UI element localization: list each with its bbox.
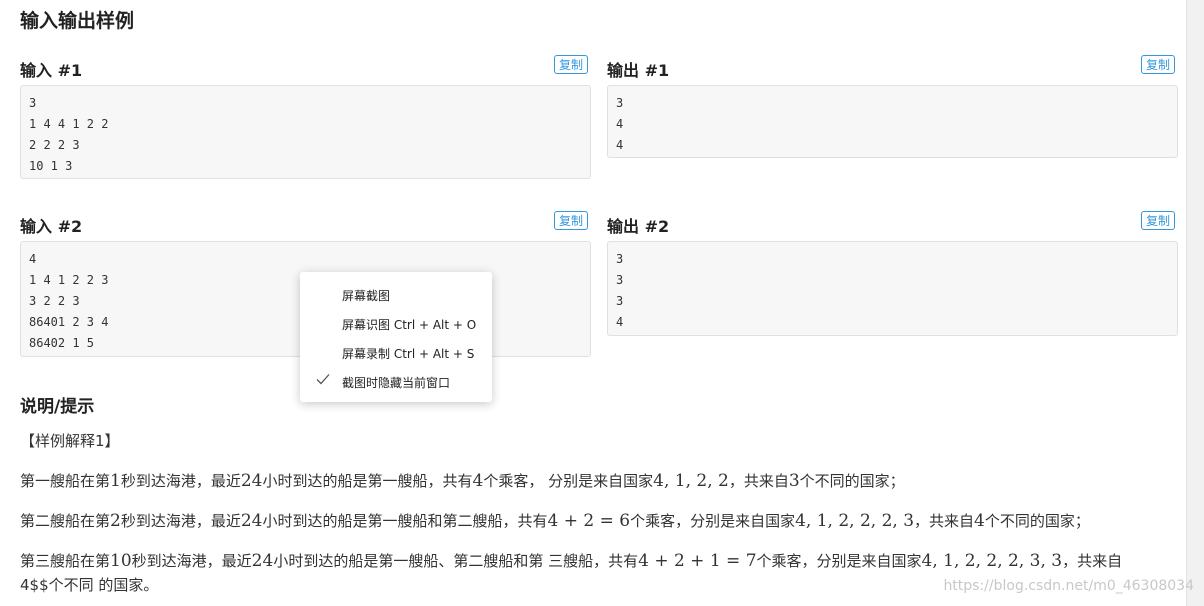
math: 24 (240, 511, 263, 531)
output-1-code: 3 4 4 (607, 85, 1178, 158)
text: 第二艘船在第 (20, 512, 111, 530)
code-line: 4 (616, 138, 624, 152)
math: 4 (974, 511, 985, 531)
math: 3 (788, 471, 800, 491)
code-line: 2 2 2 3 (29, 138, 80, 152)
text: ，共来自 (728, 472, 789, 490)
text: 小时到达的船是第一艘船和第二艘船，共有 (262, 512, 548, 530)
code-line: 4 (616, 315, 624, 329)
code-line: 1 4 4 1 2 2 (29, 117, 109, 131)
math: 4 (472, 471, 484, 491)
hint-title: 说明/提示 (20, 397, 95, 417)
code-line: 3 (616, 252, 624, 266)
output-2-code: 3 3 3 4 (607, 241, 1178, 336)
sample-explanation-label: 【样例解释1】 (20, 432, 120, 450)
menu-item-label: 屏幕识图 Ctrl + Alt + O (342, 318, 477, 332)
context-menu: 屏幕截图 屏幕识图 Ctrl + Alt + O 屏幕录制 Ctrl + Alt… (300, 272, 492, 402)
explanation-paragraph-2: 第二艘船在第2秒到达海港，最近24小时到达的船是第一艘船和第二艘船，共有4 + … (20, 510, 1090, 531)
output-1-title: 输出 #1 (607, 61, 670, 80)
text: 个不同的国家； (799, 472, 905, 490)
menu-item-screen-recognize[interactable]: 屏幕识图 Ctrl + Alt + O (300, 310, 492, 336)
explanation-paragraph-1: 第一艘船在第1秒到达海港，最近24小时到达的船是第一艘船，共有4个乘客， 分别是… (20, 470, 905, 491)
menu-item-label: 屏幕录制 Ctrl + Alt + S (342, 347, 475, 361)
code-line: 3 (616, 294, 624, 308)
text: 第一艘船在第 (20, 472, 111, 490)
copy-input-1-button[interactable]: 复制 (554, 55, 589, 74)
math: 24 (240, 471, 263, 491)
math: 4, 1, 2, 2, 2, 3, 3 (921, 551, 1063, 571)
math: 4, 1, 2, 2, 2, 3 (795, 511, 915, 531)
check-icon (316, 374, 330, 385)
text: 个乘客，分别是来自国家 (756, 552, 922, 570)
code-line: 10 1 3 (29, 159, 73, 173)
text: ，共来自 (914, 512, 975, 530)
code-line: 3 (616, 96, 624, 110)
code-line: 4 (616, 117, 624, 131)
menu-item-screen-record[interactable]: 屏幕录制 Ctrl + Alt + S (300, 339, 492, 365)
menu-item-screenshot[interactable]: 屏幕截图 (300, 281, 492, 307)
menu-item-label: 屏幕截图 (342, 289, 391, 303)
math: 4 + 2 = 6 (547, 511, 631, 531)
code-line: 4 (29, 252, 37, 266)
section-heading: 输入输出样例 (20, 10, 135, 32)
copy-input-2-button[interactable]: 复制 (554, 211, 589, 230)
scrollbar[interactable] (1186, 0, 1204, 606)
math: 4, 1, 2, 2 (653, 471, 729, 491)
code-line: 3 (29, 96, 37, 110)
math: 10 (110, 551, 132, 571)
input-1-code: 3 1 4 4 1 2 2 2 2 2 3 10 1 3 (20, 85, 591, 179)
explanation-paragraph-3-line-2: 4$$个不同 的国家。 (20, 576, 159, 594)
text: 小时到达的船是第一艘船、第二艘船和第 三艘船，共有 (273, 552, 639, 570)
output-2-title: 输出 #2 (607, 217, 670, 236)
math: 24 (251, 551, 274, 571)
input-1-title: 输入 #1 (20, 61, 83, 80)
math: 2 (110, 511, 121, 531)
copy-output-2-button[interactable]: 复制 (1141, 211, 1176, 230)
math: 4 + 2 + 1 = 7 (638, 551, 757, 571)
text: 个不同的国家； (984, 512, 1090, 530)
text: 个乘客， 分别是来自国家 (483, 472, 654, 490)
watermark: https://blog.csdn.net/m0_46308034 (943, 578, 1194, 594)
menu-item-hide-window[interactable]: 截图时隐藏当前窗口 (300, 368, 492, 394)
text: 秒到达海港，最近 (120, 512, 241, 530)
text: 小时到达的船是第一艘船，共有 (262, 472, 473, 490)
text: 第三艘船在第 (20, 552, 111, 570)
copy-output-1-button[interactable]: 复制 (1141, 55, 1176, 74)
code-line: 3 (616, 273, 624, 287)
text: 秒到达海港，最近 (131, 552, 252, 570)
text: ，共来自 (1062, 552, 1123, 570)
math: 1 (110, 471, 121, 491)
menu-item-label: 截图时隐藏当前窗口 (342, 376, 451, 390)
text: 秒到达海港，最近 (120, 472, 241, 490)
explanation-paragraph-3: 第三艘船在第10秒到达海港，最近24小时到达的船是第一艘船、第二艘船和第 三艘船… (20, 550, 1122, 571)
text: 个乘客，分别是来自国家 (630, 512, 796, 530)
input-2-title: 输入 #2 (20, 217, 83, 236)
